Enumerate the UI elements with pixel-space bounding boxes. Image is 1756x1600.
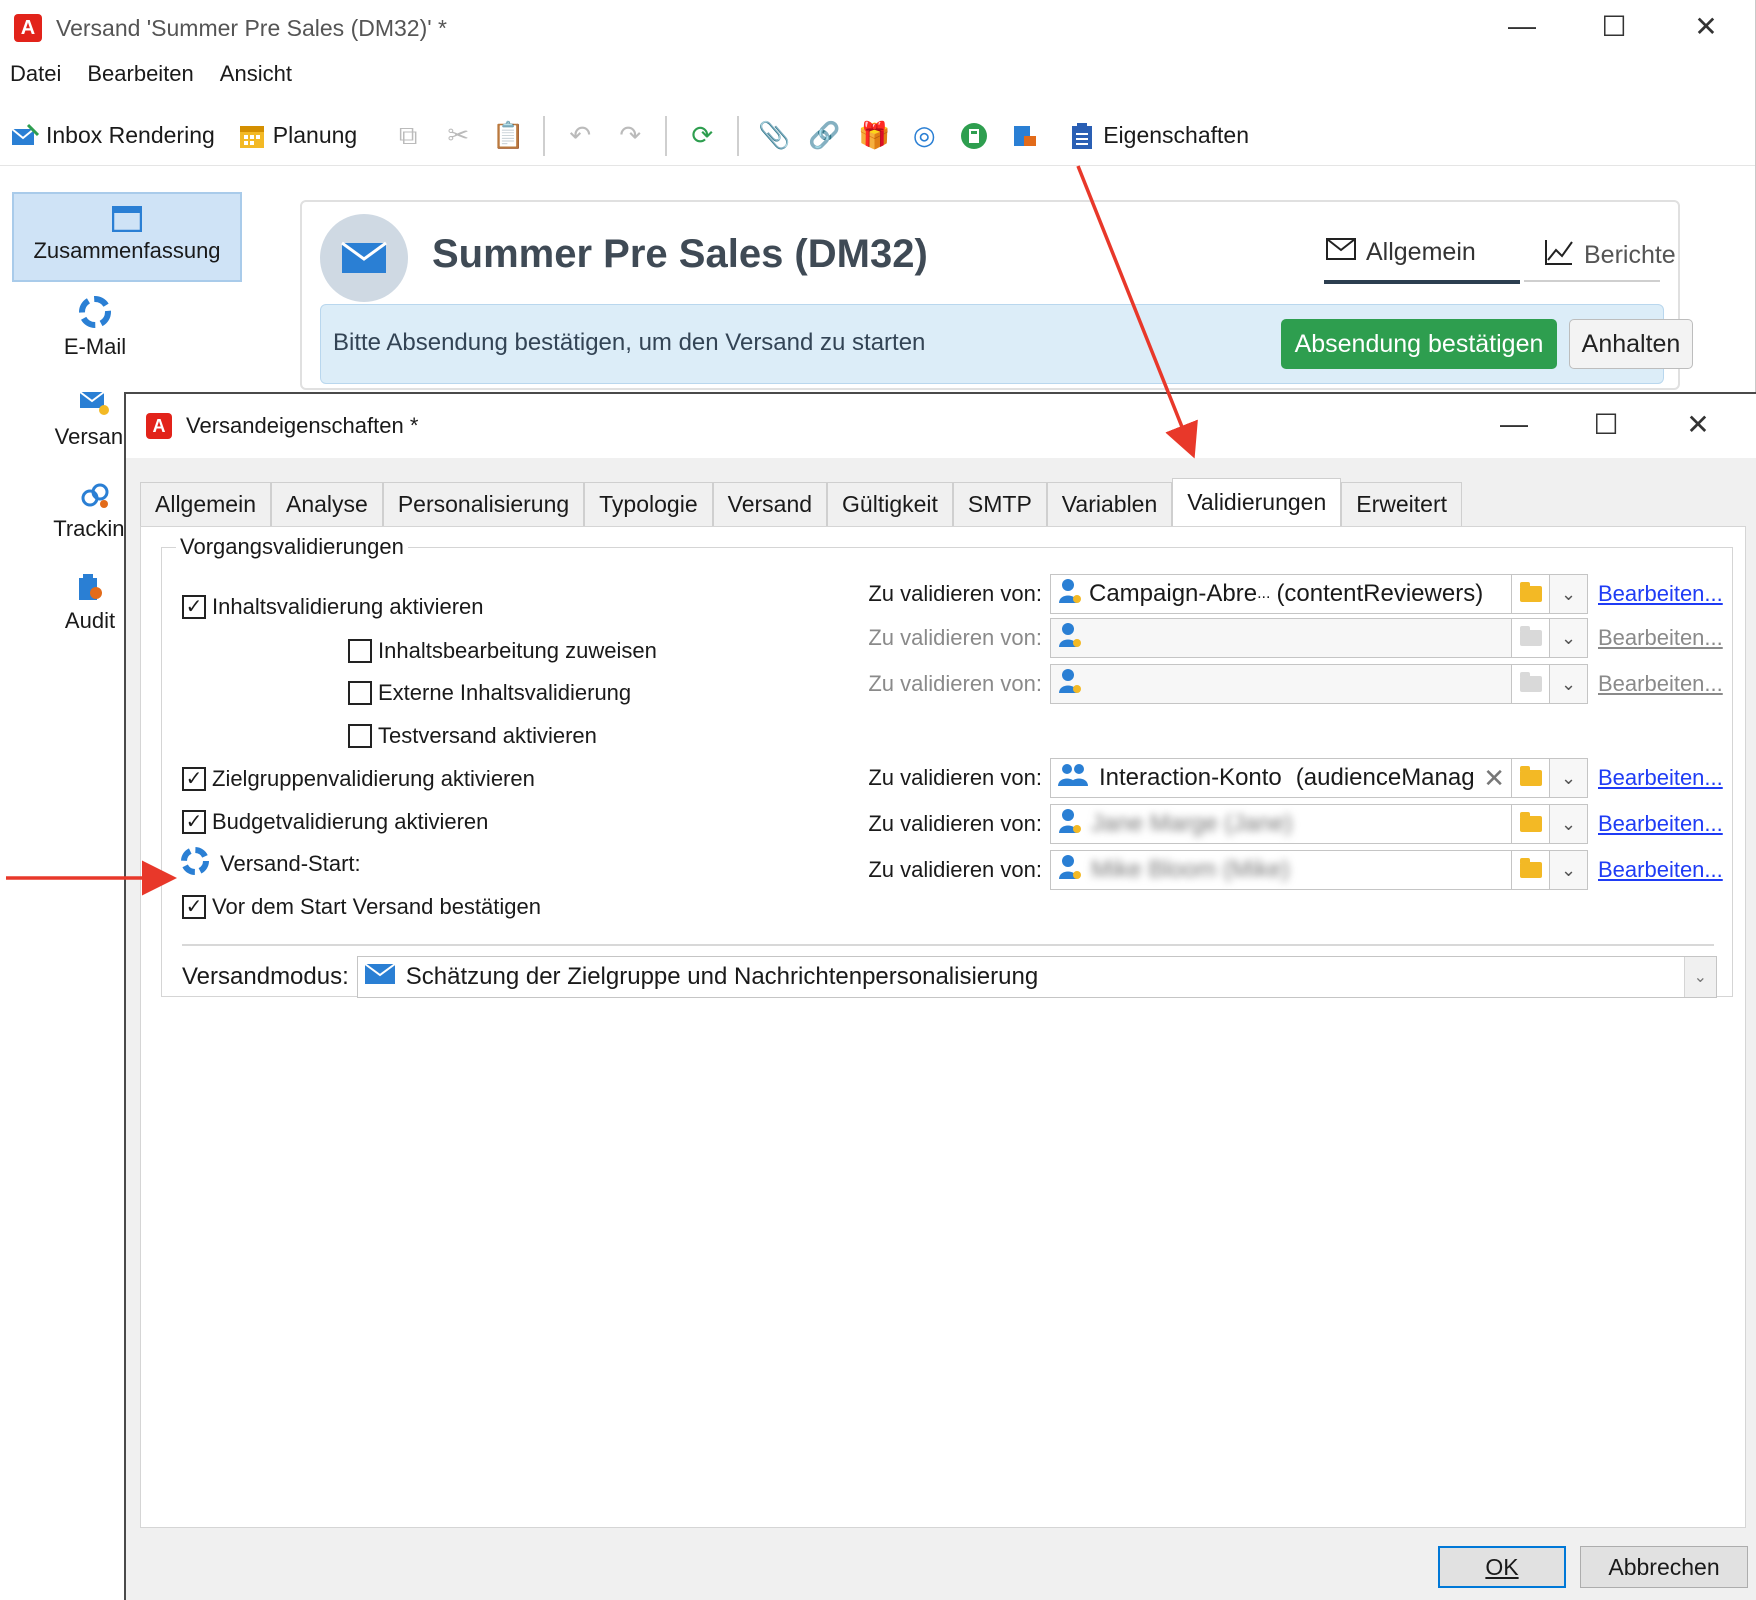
arrow-to-validierungen-tab bbox=[1076, 165, 1198, 459]
annotation-arrows bbox=[6, 165, 1198, 896]
